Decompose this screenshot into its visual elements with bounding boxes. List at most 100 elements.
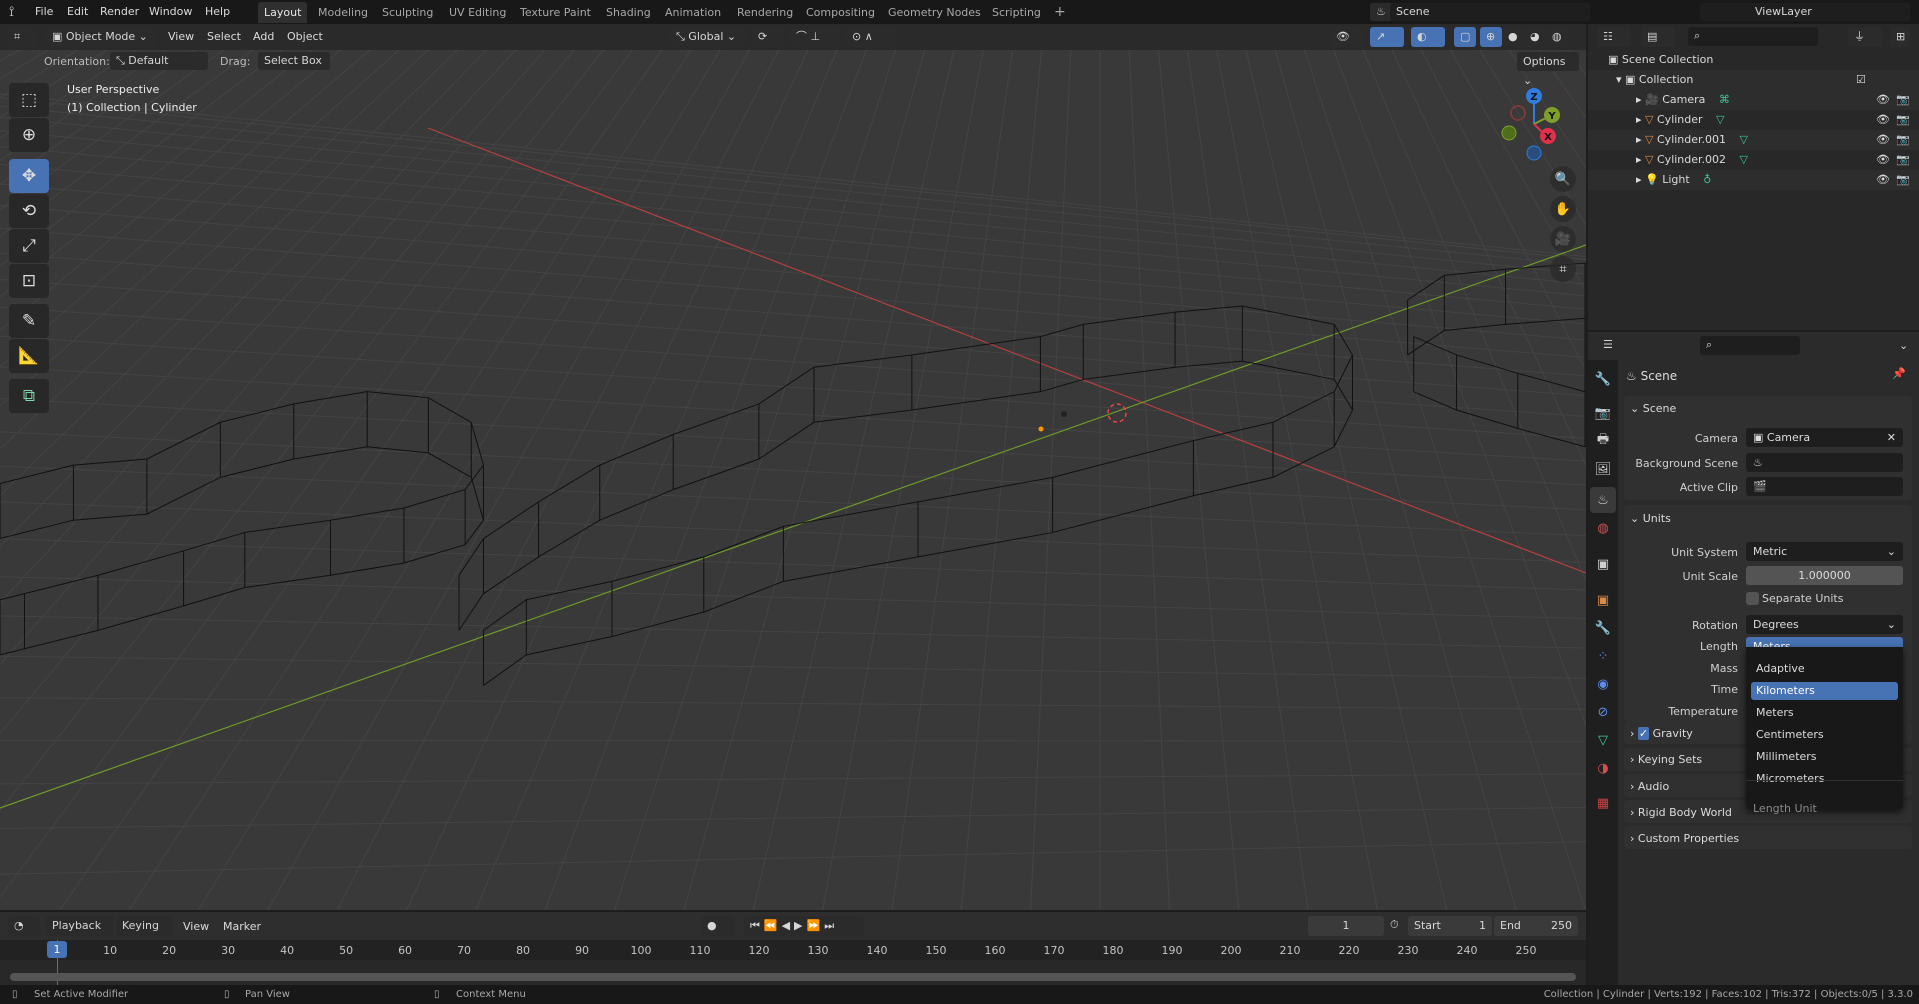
menu-item-adaptive[interactable]: Adaptive [1751, 660, 1898, 678]
add-cube-tool-icon[interactable]: ⧉ [9, 379, 49, 413]
cursor-tool-icon[interactable]: ⊕ [9, 118, 49, 152]
menu-file[interactable]: File [35, 3, 53, 21]
solid-shading-icon[interactable]: ● [1502, 27, 1524, 47]
menu-help[interactable]: Help [205, 3, 230, 21]
drag-dropdown[interactable]: Select Box [258, 52, 330, 70]
gizmo-neg-y-handle[interactable] [1501, 125, 1517, 141]
outliner-item[interactable]: ▸ ▽ Cylinder.002 ▽ 👁 📷 [1588, 150, 1919, 170]
eye-icon[interactable]: 👁 [1876, 90, 1890, 110]
pan-view-icon[interactable]: ✋ [1550, 196, 1576, 222]
outliner-filter-icon[interactable]: ⏚ [1848, 27, 1882, 47]
collection-tab-icon[interactable]: ▣ [1590, 551, 1616, 577]
outliner-item[interactable]: ▸ ▽ Cylinder.001 ▽ 👁 📷 [1588, 130, 1919, 150]
properties-options-icon[interactable]: ⌄ [1893, 336, 1913, 356]
3d-viewport[interactable] [0, 24, 1586, 910]
pin-icon[interactable]: 📌 [1892, 367, 1906, 380]
mode-selector[interactable]: ▣ Object Mode ⌄ [46, 27, 156, 47]
unit-system-dropdown[interactable]: Metric ⌄ [1746, 542, 1903, 561]
outliner-collection[interactable]: ▾ ▣ Collection ☑ [1588, 70, 1919, 90]
tab-scripting[interactable]: Scripting [986, 2, 1047, 23]
expand-arrow-icon[interactable]: ▸ [1636, 93, 1642, 106]
viewport-menu-object[interactable]: Object [287, 28, 323, 46]
start-frame-field[interactable]: Start 1 [1408, 916, 1492, 936]
measure-tool-icon[interactable]: 📐 [9, 339, 49, 373]
move-tool-icon[interactable]: ✥ [9, 159, 49, 193]
playhead[interactable]: 1 [47, 941, 67, 958]
tab-compositing[interactable]: Compositing [800, 2, 881, 23]
tool-tab-icon[interactable]: 🔧 [1590, 366, 1616, 392]
viewport-menu-view[interactable]: View [168, 28, 194, 46]
timeline-scrollbar[interactable] [10, 973, 1576, 981]
timeline-menu-marker[interactable]: Marker [223, 918, 261, 936]
units-panel-header[interactable]: ⌄ Units [1630, 512, 1671, 525]
expand-arrow-icon[interactable]: ▸ [1636, 173, 1642, 186]
eye-icon[interactable]: 👁 [1876, 110, 1890, 130]
expand-arrow-icon[interactable]: ▸ [1636, 113, 1642, 126]
render-camera-icon[interactable]: 📷 [1896, 130, 1910, 150]
editor-type-icon[interactable]: ⌗ [8, 27, 38, 47]
timeline-menu-view[interactable]: View [183, 918, 209, 936]
menu-item-centimeters[interactable]: Centimeters [1751, 726, 1898, 744]
render-camera-icon[interactable]: 📷 [1896, 110, 1910, 130]
snap-icon[interactable]: ⌒ ⊥ [790, 27, 840, 47]
timeline-editor-type-icon[interactable]: ◔ [8, 916, 40, 936]
tab-shading[interactable]: Shading [600, 2, 657, 23]
texture-tab-icon[interactable]: ▦ [1590, 790, 1616, 816]
tab-sculpting[interactable]: Sculpting [376, 2, 439, 23]
render-tab-icon[interactable]: 📷 [1590, 400, 1616, 426]
expand-arrow-icon[interactable]: ▸ [1636, 133, 1642, 146]
gizmo-neg-x-handle[interactable] [1510, 105, 1526, 121]
eye-icon[interactable]: 👁 [1876, 130, 1890, 150]
menu-render[interactable]: Render [100, 3, 139, 21]
viewport-menu-add[interactable]: Add [253, 28, 274, 46]
tab-layout[interactable]: Layout [258, 2, 308, 23]
properties-search-input[interactable]: ⌕ [1700, 336, 1800, 355]
mesh-data-icon[interactable]: ▽ [1716, 113, 1724, 126]
auto-keying-icon[interactable]: ● [701, 916, 735, 936]
timeline-menu-playback[interactable]: Playback ⌄ [46, 916, 114, 952]
gravity-panel-header[interactable]: › ✓ Gravity [1630, 727, 1693, 740]
gizmo-toggle-icon[interactable]: ↗ [1370, 27, 1404, 47]
proportional-edit-icon[interactable]: ⊙ ∧ [846, 27, 896, 47]
physics-tab-icon[interactable]: ◉ [1590, 671, 1616, 697]
options-dropdown[interactable]: Options ⌄ [1517, 52, 1579, 87]
output-tab-icon[interactable]: 🖶 [1590, 428, 1616, 454]
rendered-shading-icon[interactable]: ◍ [1546, 27, 1568, 47]
tab-texture-paint[interactable]: Texture Paint [514, 2, 597, 23]
viewport-menu-select[interactable]: Select [207, 28, 241, 46]
render-camera-icon[interactable]: 📷 [1896, 170, 1910, 190]
eye-icon[interactable]: 👁 [1876, 150, 1890, 170]
world-tab-icon[interactable]: ◍ [1590, 515, 1616, 541]
preview-range-icon[interactable]: ⏱ [1390, 918, 1399, 932]
object-tab-icon[interactable]: ▣ [1590, 587, 1616, 613]
rotation-dropdown[interactable]: Degrees ⌄ [1746, 615, 1903, 634]
timeline-menu-keying[interactable]: Keying ⌄ [116, 916, 174, 952]
outliner-scene-collection[interactable]: ▣ Scene Collection [1588, 50, 1919, 70]
data-tab-icon[interactable]: ▽ [1590, 727, 1616, 753]
scene-name-field[interactable]: Scene [1390, 3, 1590, 21]
select-box-tool-icon[interactable]: ⬚ [9, 83, 49, 117]
tab-uv-editing[interactable]: UV Editing [443, 2, 512, 23]
current-frame-field[interactable]: 1 [1308, 916, 1384, 936]
material-tab-icon[interactable]: ◑ [1590, 755, 1616, 781]
custom-properties-header[interactable]: › Custom Properties [1630, 832, 1739, 845]
outliner-display-mode-icon[interactable]: ☷ [1597, 27, 1631, 47]
playback-controls[interactable]: ⏮⏪◀▶⏩⏭ [744, 916, 864, 936]
unit-scale-field[interactable]: 1.000000 [1746, 566, 1903, 585]
menu-item-millimeters[interactable]: Millimeters [1751, 748, 1898, 766]
zoom-view-icon[interactable]: 🔍 [1550, 166, 1576, 192]
visibility-icon[interactable]: 👁 [1330, 27, 1364, 47]
scene-panel-header[interactable]: ⌄ Scene [1630, 402, 1676, 415]
tab-rendering[interactable]: Rendering [731, 2, 799, 23]
rigid-body-world-header[interactable]: › Rigid Body World [1630, 806, 1732, 819]
rotate-tool-icon[interactable]: ⟲ [9, 194, 49, 228]
clear-camera-icon[interactable]: ✕ [1887, 428, 1896, 447]
perspective-toggle-icon[interactable]: ⌗ [1550, 256, 1576, 282]
keying-sets-header[interactable]: › Keying Sets [1630, 753, 1702, 766]
wireframe-shading-icon[interactable]: ⊕ [1480, 27, 1502, 47]
scene-tab-icon[interactable]: ♨ [1590, 487, 1616, 513]
camera-data-icon[interactable]: ⌘ [1719, 93, 1730, 106]
blender-logo-icon[interactable]: ⟟ [9, 3, 14, 21]
expand-arrow-icon[interactable]: ▸ [1636, 153, 1642, 166]
active-clip-field[interactable]: 🎬 [1746, 477, 1903, 496]
